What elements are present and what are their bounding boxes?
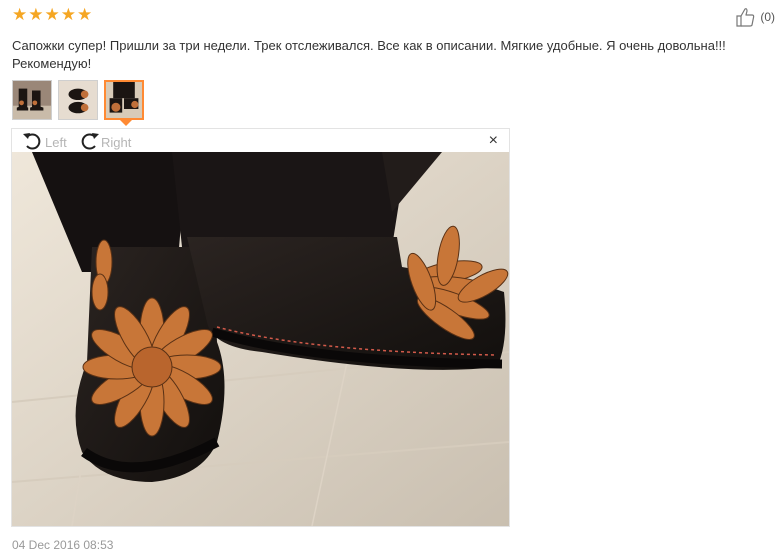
rating-stars: ★ ★ ★ ★ ★ [12,6,92,23]
rotate-left-label: Left [45,135,67,150]
rotate-left-icon [22,131,44,154]
review-photo-large [12,152,509,526]
rotate-right-button[interactable]: Right [78,131,131,154]
review-date: 04 Dec 2016 08:53 [12,538,114,552]
likes-count: (0) [760,10,775,24]
review-text: Сапожки супер! Пришли за три недели. Тре… [12,38,726,71]
star-icon: ★ [77,5,93,24]
rotate-right-icon [78,131,100,154]
rotate-left-button[interactable]: Left [22,131,67,154]
thumbnail-photo-3[interactable] [104,80,144,120]
boots-photo-image [12,152,509,526]
rotate-right-label: Right [101,135,132,150]
star-icon: ★ [28,5,44,24]
thumbnail-strip [12,80,144,120]
thumbnail-photo-2[interactable] [58,80,98,120]
helpful-vote[interactable]: (0) [735,7,775,27]
viewer-toolbar: Left Right × [12,129,509,153]
photo-viewer: Left Right × [11,128,510,527]
star-icon: ★ [12,5,28,24]
thumbs-up-icon[interactable] [735,7,757,27]
thumbnail-photo-1[interactable] [12,80,52,120]
close-icon[interactable]: × [489,133,498,149]
star-icon: ★ [44,5,60,24]
star-icon: ★ [60,5,76,24]
selected-thumbnail-pointer [120,120,132,126]
